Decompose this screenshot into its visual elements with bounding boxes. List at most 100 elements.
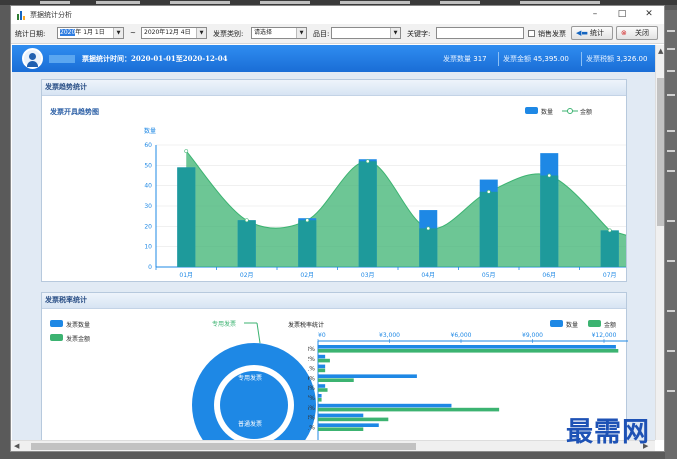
y-tick-label: 7% <box>308 395 315 402</box>
count-bar <box>318 354 326 359</box>
count-bar <box>318 364 326 369</box>
x-tick-label: ¥9,000 <box>522 332 543 339</box>
y-tick-label: 8% <box>308 385 315 392</box>
start-date-rest: 年 1月 1日 <box>75 29 105 36</box>
product-label: 品目: <box>313 30 330 38</box>
x-tick-label: 02月 <box>300 272 314 279</box>
x-tick-label: 01月 <box>179 272 193 279</box>
trend-panel: 发票趋势统计 发票开具趋势图 数量 金额 数量 0 10 20 30 40 50 60 01月 0… <box>41 79 627 282</box>
legend-bar-amount-label: 金额 <box>604 322 617 329</box>
avatar <box>22 48 43 69</box>
x-tick-label: 07月 <box>603 272 617 279</box>
scroll-up-icon[interactable]: ▲ <box>658 47 663 55</box>
amount-point <box>365 159 370 164</box>
close-window-button[interactable]: ✕ <box>636 7 662 22</box>
summary-header: 票据统计时间：2020-01-01至2020-12-04 发票数量 317 发票… <box>12 45 655 72</box>
amount-point <box>305 218 310 223</box>
end-date-picker[interactable]: 2020年12月 4日 ▼ <box>141 27 207 39</box>
legend-bar-amount-swatch <box>588 320 601 327</box>
amount-bar <box>318 368 326 373</box>
x-tick-label: ¥12,000 <box>592 332 617 339</box>
y-tick-label: 1% <box>308 424 315 431</box>
count-amount-overlap <box>600 230 619 267</box>
invoice-tax-stat: 发票税额 3,326.00 <box>586 55 648 63</box>
blurred-company-name <box>49 55 75 63</box>
count-amount-overlap <box>177 167 196 267</box>
invoice-amount-stat: 发票金额 45,395.00 <box>503 55 569 63</box>
stats-button[interactable]: ◀▬ 统计 <box>571 26 613 40</box>
y-tick-label: 40 <box>144 183 152 190</box>
x-tick-label: 04月 <box>421 272 435 279</box>
vertical-scroll-thumb[interactable] <box>657 78 664 226</box>
trend-chart: 数量 0 10 20 30 40 50 60 01月 02月 02月 03月 04月 05月 06月 07月 <box>144 127 626 279</box>
count-amount-overlap <box>237 220 256 267</box>
start-date-year: 2020 <box>60 29 76 36</box>
y-tick-label: 9% <box>308 375 315 382</box>
count-bar <box>318 394 322 398</box>
scroll-left-icon[interactable]: ◀ <box>14 442 19 450</box>
x-tick-label: ¥3,000 <box>379 332 400 339</box>
tax-panel: 发票税率统计 发票数量 发票金额 专用发票 专用发票 普通发票 发票税率统计 数… <box>41 292 628 440</box>
legend-invoice-amount-swatch <box>50 334 63 341</box>
chevron-down-icon[interactable]: ▼ <box>390 28 400 38</box>
amount-point <box>486 189 491 194</box>
horizontal-scroll-thumb[interactable] <box>31 443 416 450</box>
scroll-content: 发票趋势统计 发票开具趋势图 数量 金额 数量 0 10 20 30 40 50 60 01月 0… <box>12 72 655 440</box>
close-button[interactable]: ⊗ 关闭 <box>616 26 658 40</box>
count-bar <box>318 374 417 378</box>
divider <box>581 52 582 66</box>
tax-panel-title: 发票税率统计 <box>42 293 626 309</box>
y-tick-label: 20 <box>144 223 152 230</box>
y-tick-label: 12% <box>308 356 315 363</box>
background-window-edge <box>665 10 677 459</box>
invoice-amount-value: 45,395.00 <box>533 55 569 63</box>
donut-inner-bottom-label: 普通发票 <box>238 420 262 428</box>
x-tick-label: 05月 <box>482 272 496 279</box>
keyword-input[interactable] <box>436 27 524 39</box>
legend-invoice-count-label: 发票数量 <box>66 322 91 329</box>
minimize-button[interactable]: – <box>582 7 608 22</box>
legend-bar-count-swatch <box>550 320 563 327</box>
legend-invoice-count-swatch <box>50 320 63 327</box>
invoice-tax-value: 3,326.00 <box>616 55 648 63</box>
amount-point <box>244 218 249 223</box>
chevron-down-icon[interactable]: ▼ <box>113 28 123 38</box>
amount-bar <box>318 407 500 412</box>
vertical-scrollbar[interactable]: ▲ <box>655 45 664 440</box>
x-tick-label: 02月 <box>240 272 254 279</box>
product-select[interactable]: ▼ <box>331 27 401 39</box>
count-amount-overlap <box>298 220 317 267</box>
count-bar <box>318 403 452 408</box>
x-tick-label: ¥0 <box>318 332 326 339</box>
maximize-button[interactable]: □ <box>609 7 635 22</box>
sales-invoice-label: 销售发票 <box>538 30 566 38</box>
sales-invoice-checkbox[interactable] <box>528 30 535 37</box>
chevron-down-icon[interactable]: ▼ <box>296 28 306 38</box>
amount-bar <box>318 398 322 402</box>
chevron-down-icon[interactable]: ▼ <box>196 28 206 38</box>
count-bar <box>318 384 326 388</box>
stats-window: 票据统计分析 – □ ✕ 统计日期: 2020年 1月 1日 ▼ ~ 2020年… <box>10 5 665 452</box>
amount-bar <box>318 388 328 392</box>
count-bar <box>318 413 364 418</box>
end-date-value: 2020年12月 4日 <box>144 29 191 36</box>
amount-point <box>426 226 431 231</box>
horizontal-scrollbar[interactable]: ◀ ▶ <box>11 440 655 451</box>
title-bar: 票据统计分析 – □ ✕ <box>11 6 664 23</box>
amount-bar <box>318 417 389 422</box>
count-bar <box>318 345 616 349</box>
close-button-label: 关闭 <box>635 29 649 37</box>
count-amount-overlap <box>540 175 559 267</box>
start-date-picker[interactable]: 2020年 1月 1日 ▼ <box>57 27 124 39</box>
y-tick-label: 13% <box>308 346 315 353</box>
amount-bar <box>318 349 619 353</box>
invoice-type-label: 发票类别: <box>213 30 244 38</box>
stats-button-label: 统计 <box>590 29 604 37</box>
amount-bar <box>318 358 330 363</box>
amount-bar <box>318 427 364 431</box>
invoice-type-select[interactable]: 请选择 ▼ <box>251 27 307 39</box>
window-title: 票据统计分析 <box>30 11 72 19</box>
close-circle-icon: ⊗ <box>621 29 627 37</box>
date-range-tilde: ~ <box>130 29 136 37</box>
date-label: 统计日期: <box>15 30 46 38</box>
